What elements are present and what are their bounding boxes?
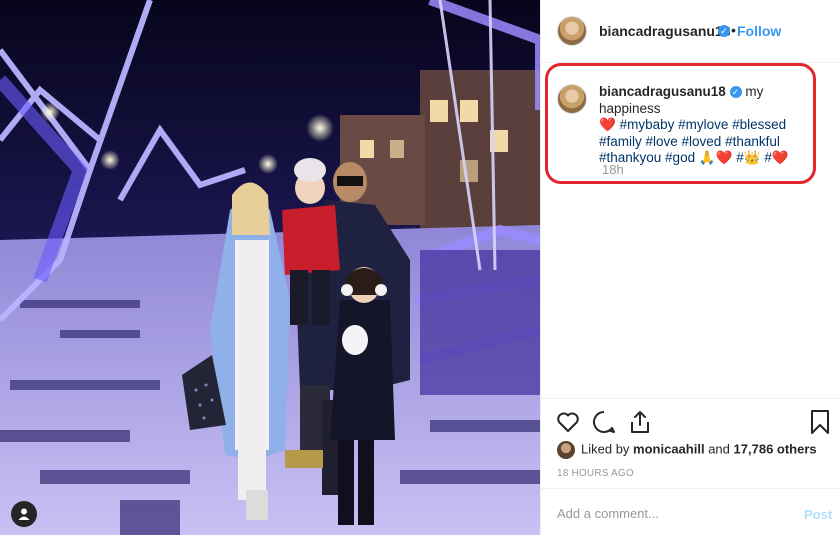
- post-side-panel: biancadragusanu18 ✓ • Follow biancadragu…: [540, 0, 840, 535]
- post-timestamp[interactable]: 18 HOURS AGO: [557, 468, 634, 479]
- liked-prefix: Liked by: [581, 441, 630, 457]
- post-actions: Liked by monicaahill and 17,786 others 1…: [541, 398, 840, 487]
- post-photo[interactable]: [0, 0, 540, 535]
- comment-input[interactable]: [557, 506, 777, 521]
- follow-button[interactable]: Follow: [737, 23, 781, 39]
- author-username[interactable]: biancadragusanu18: [599, 23, 731, 39]
- liked-by-summary: Liked by monicaahill and 17,786 others: [557, 441, 817, 459]
- comment-bar: Post: [541, 488, 840, 536]
- separator-dot: •: [731, 22, 736, 38]
- bookmark-icon[interactable]: [807, 409, 833, 435]
- liked-and: and: [708, 441, 730, 457]
- post-comment-button[interactable]: Post: [804, 507, 832, 522]
- likes-count[interactable]: 17,786 others: [734, 441, 817, 456]
- post-header: biancadragusanu18 ✓ • Follow: [541, 0, 840, 63]
- user-tag-icon[interactable]: [11, 501, 37, 527]
- heart-icon[interactable]: [555, 409, 581, 435]
- red-highlight-annotation: [545, 63, 816, 184]
- author-avatar[interactable]: [557, 16, 587, 46]
- comment-icon[interactable]: [591, 409, 617, 435]
- liker-username[interactable]: monicaahill: [633, 441, 705, 456]
- photo-scene: [0, 0, 540, 535]
- liker-avatar[interactable]: [557, 441, 575, 459]
- share-icon[interactable]: [627, 409, 653, 435]
- verified-icon: ✓: [718, 25, 730, 37]
